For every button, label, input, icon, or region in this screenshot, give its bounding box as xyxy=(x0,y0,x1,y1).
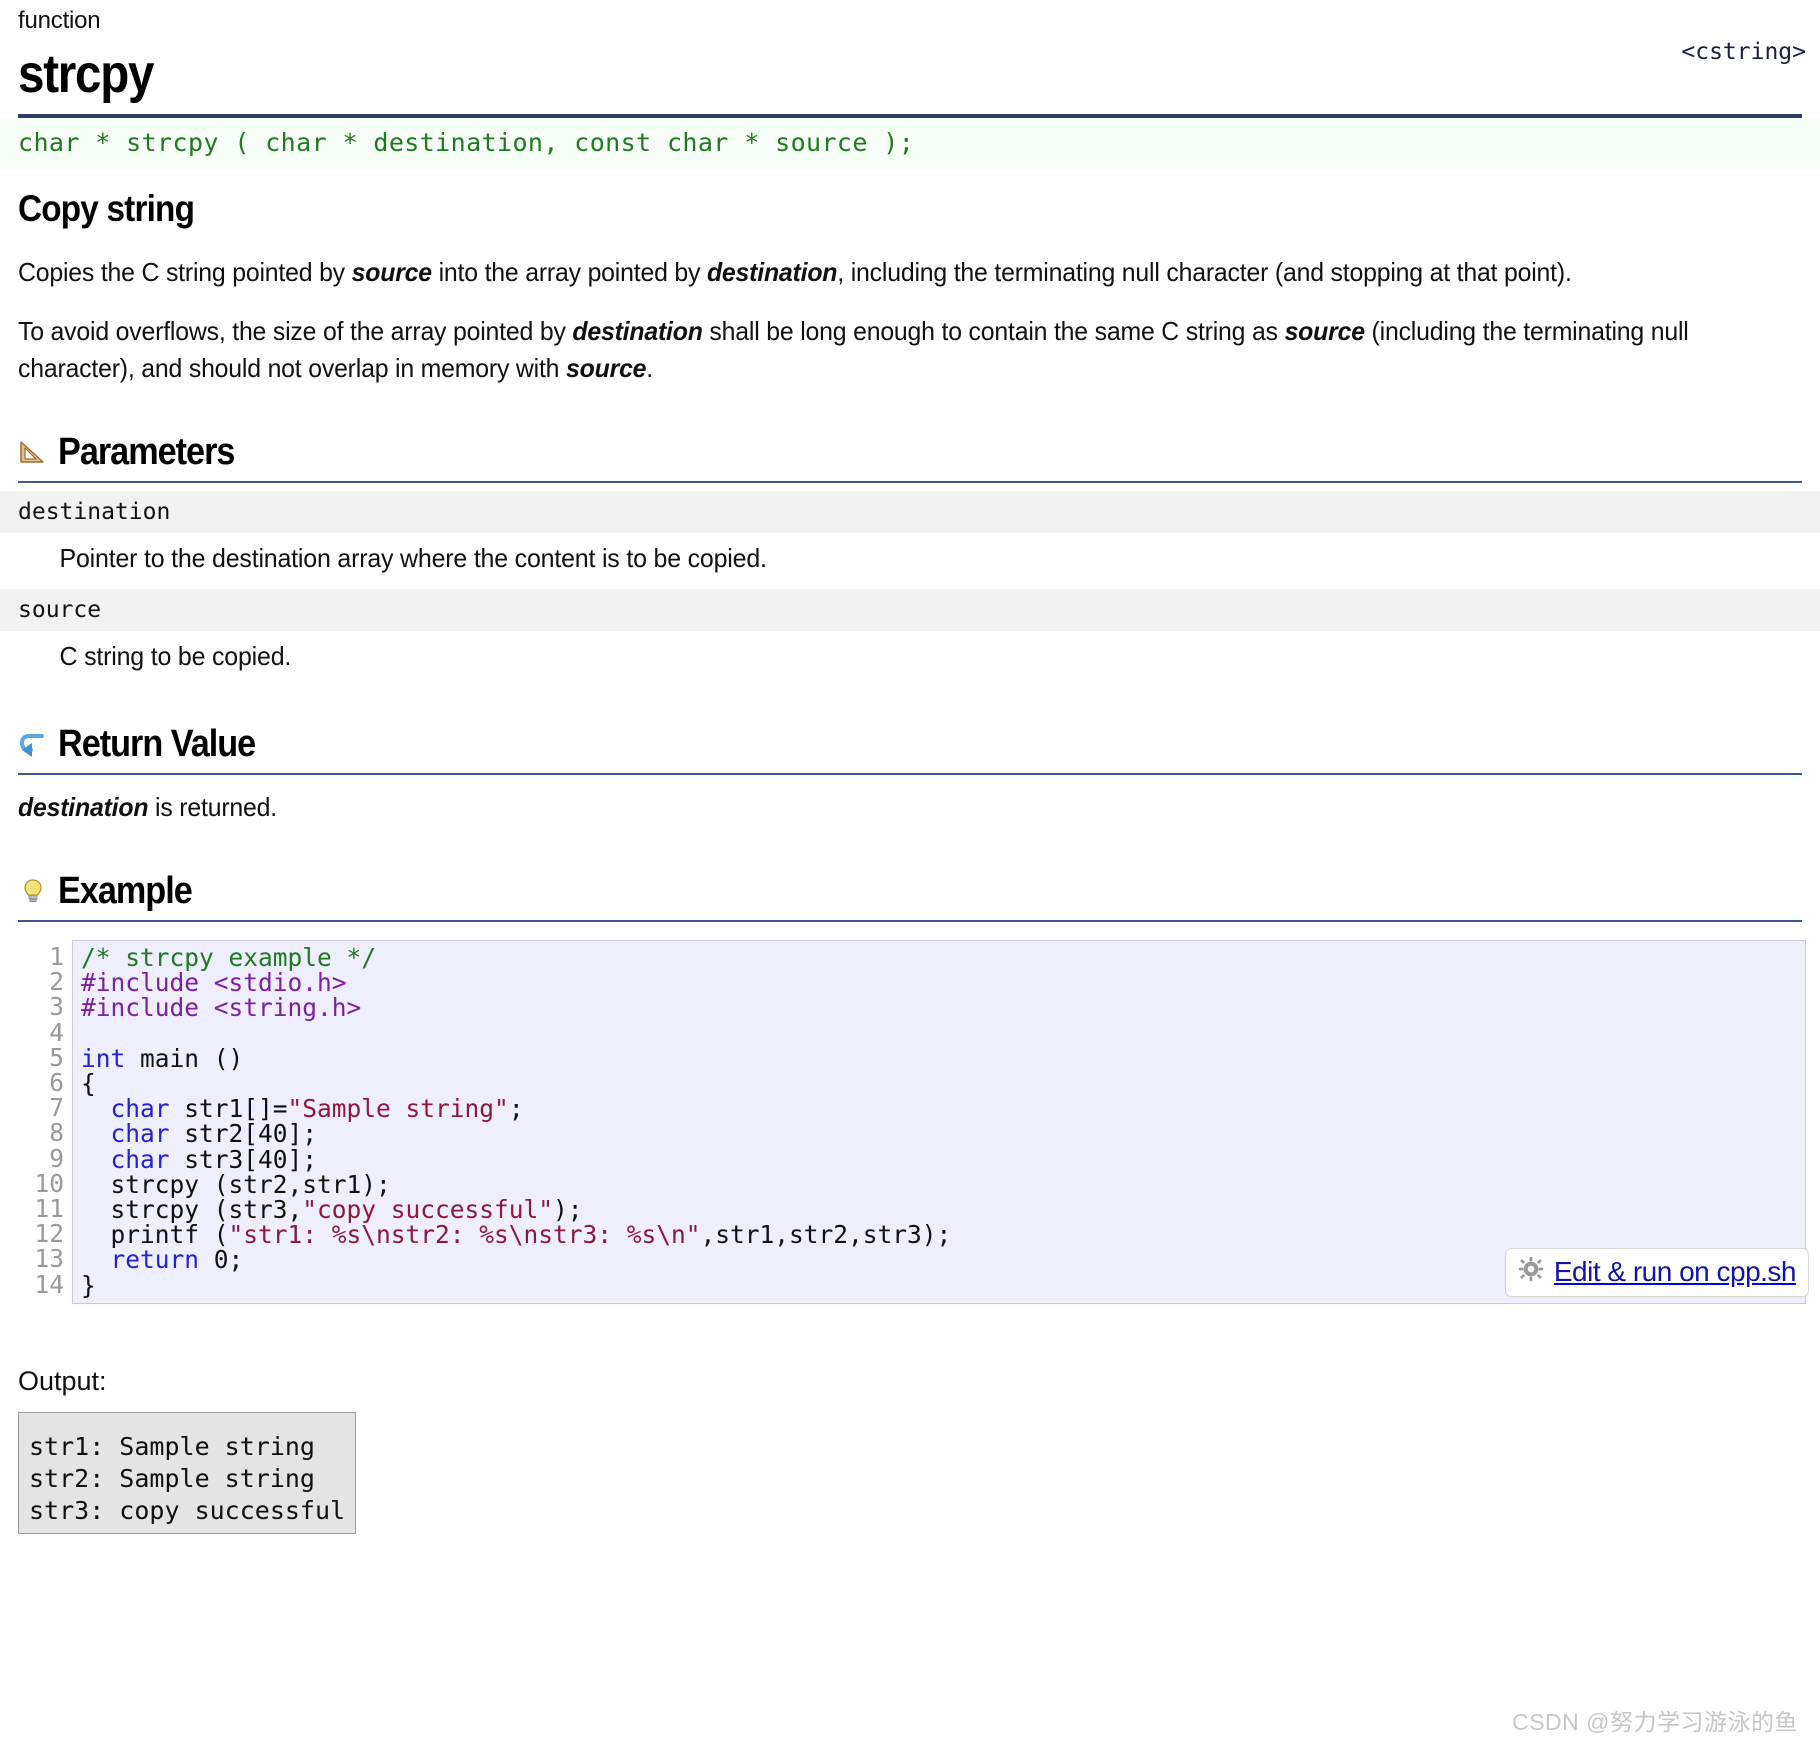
parameters-heading: Parameters xyxy=(58,431,235,473)
entity-kind-label: function xyxy=(18,7,101,34)
csdn-watermark: CSDN @努力学习游泳的鱼 xyxy=(1512,1709,1798,1735)
code-line: strcpy (str2,str1); xyxy=(81,1172,1797,1197)
code-line: { xyxy=(81,1071,1797,1096)
example-divider xyxy=(18,920,1802,922)
return-value-heading-row: Return Value xyxy=(18,721,1806,767)
code-line-numbers: 1 2 3 4 5 6 7 8 9 10 11 12 13 14 xyxy=(18,940,72,1304)
return-value-text: destination is returned. xyxy=(18,789,1726,826)
return-value-body: destination is returned. xyxy=(0,789,1820,826)
code-token: ; xyxy=(508,1094,524,1124)
reference-page: function strcpy <cstring> char * strcpy … xyxy=(0,0,1820,1750)
code-line: int main () xyxy=(81,1046,1797,1071)
output-box: str1: Sample string str2: Sample string … xyxy=(18,1411,357,1534)
example-section: Example xyxy=(0,868,1820,914)
p2-emphasis-destination: destination xyxy=(572,316,703,346)
p1-text-3: , including the terminating null charact… xyxy=(837,257,1572,287)
code-line: char str3[40]; xyxy=(81,1147,1797,1172)
p1-text-1: Copies the C string pointed by xyxy=(18,257,352,287)
parameter-desc-destination: Pointer to the destination array where t… xyxy=(59,543,767,573)
code-token: 0; xyxy=(199,1245,244,1275)
code-line: strcpy (str3,"copy successful"); xyxy=(81,1197,1797,1222)
parameters-section: Parameters xyxy=(0,429,1820,475)
code-line: char str2[40]; xyxy=(81,1121,1797,1146)
code-token: #include <string.h> xyxy=(81,993,362,1023)
code-line: char str1[]="Sample string"; xyxy=(81,1096,1797,1121)
code-token: } xyxy=(81,1270,96,1300)
summary-paragraph-1: Copies the C string pointed by source in… xyxy=(18,254,1726,291)
lightbulb-icon xyxy=(18,876,48,906)
return-value-divider xyxy=(18,773,1802,775)
triangular-ruler-icon xyxy=(18,437,48,467)
edit-and-run-label: Edit & run on cpp.sh xyxy=(1553,1255,1797,1287)
p2-text-2: shall be long enough to contain the same… xyxy=(702,316,1285,346)
code-token: main () xyxy=(125,1043,244,1073)
summary-paragraph-2: To avoid overflows, the size of the arra… xyxy=(18,313,1726,387)
gear-icon xyxy=(1518,1256,1544,1287)
parameter-name-destination: destination xyxy=(0,491,1820,533)
rv-text-rest: is returned. xyxy=(148,792,277,822)
code-line: /* strcpy example */ xyxy=(81,945,1797,970)
p1-text-2: into the array pointed by xyxy=(431,257,707,287)
summary-section: Copy string Copies the C string pointed … xyxy=(0,186,1820,387)
p2-text-1: To avoid overflows, the size of the arra… xyxy=(18,316,573,346)
code-line: ​ xyxy=(81,1021,1797,1046)
return-value-section: Return Value xyxy=(0,721,1820,767)
output-label: Output: xyxy=(18,1365,107,1396)
code-line: printf ("str1: %s\nstr2: %s\nstr3: %s\n"… xyxy=(81,1222,1797,1247)
parameters-divider xyxy=(18,481,1802,483)
function-prototype: char * strcpy ( char * destination, cons… xyxy=(0,118,1820,170)
code-line: #include <string.h> xyxy=(81,995,1797,1020)
p1-emphasis-destination: destination xyxy=(706,257,838,287)
header-include-label: <cstring> xyxy=(1681,39,1806,65)
return-arrow-icon xyxy=(18,729,48,759)
code-line: #include <stdio.h> xyxy=(81,970,1797,995)
page-header: function strcpy <cstring> xyxy=(0,0,1820,106)
summary-heading: Copy string xyxy=(18,188,195,229)
edit-and-run-button[interactable]: Edit & run on cpp.sh xyxy=(1504,1247,1809,1297)
code-token: "Sample string" xyxy=(287,1094,509,1124)
example-heading-row: Example xyxy=(18,868,1806,914)
code-token: ,str1,str2,str3); xyxy=(700,1220,952,1250)
code-token: "str1: %s\nstr2: %s\nstr3: %s\n" xyxy=(228,1220,701,1250)
parameters-heading-row: Parameters xyxy=(18,429,1806,475)
p1-emphasis-source: source xyxy=(351,257,432,287)
example-heading: Example xyxy=(58,870,193,912)
rv-emphasis-destination: destination xyxy=(18,792,149,822)
parameter-desc-source: C string to be copied. xyxy=(59,641,292,671)
p2-emphasis-source-1: source xyxy=(1284,316,1365,346)
parameter-name-source: source xyxy=(0,589,1820,631)
page-title: strcpy xyxy=(18,44,154,104)
parameter-list: destination Pointer to the destination a… xyxy=(0,491,1820,679)
return-value-heading: Return Value xyxy=(58,723,256,765)
p2-emphasis-source-2: source xyxy=(566,353,647,383)
p2-text-4: . xyxy=(646,353,654,383)
code-token: return xyxy=(110,1245,200,1275)
